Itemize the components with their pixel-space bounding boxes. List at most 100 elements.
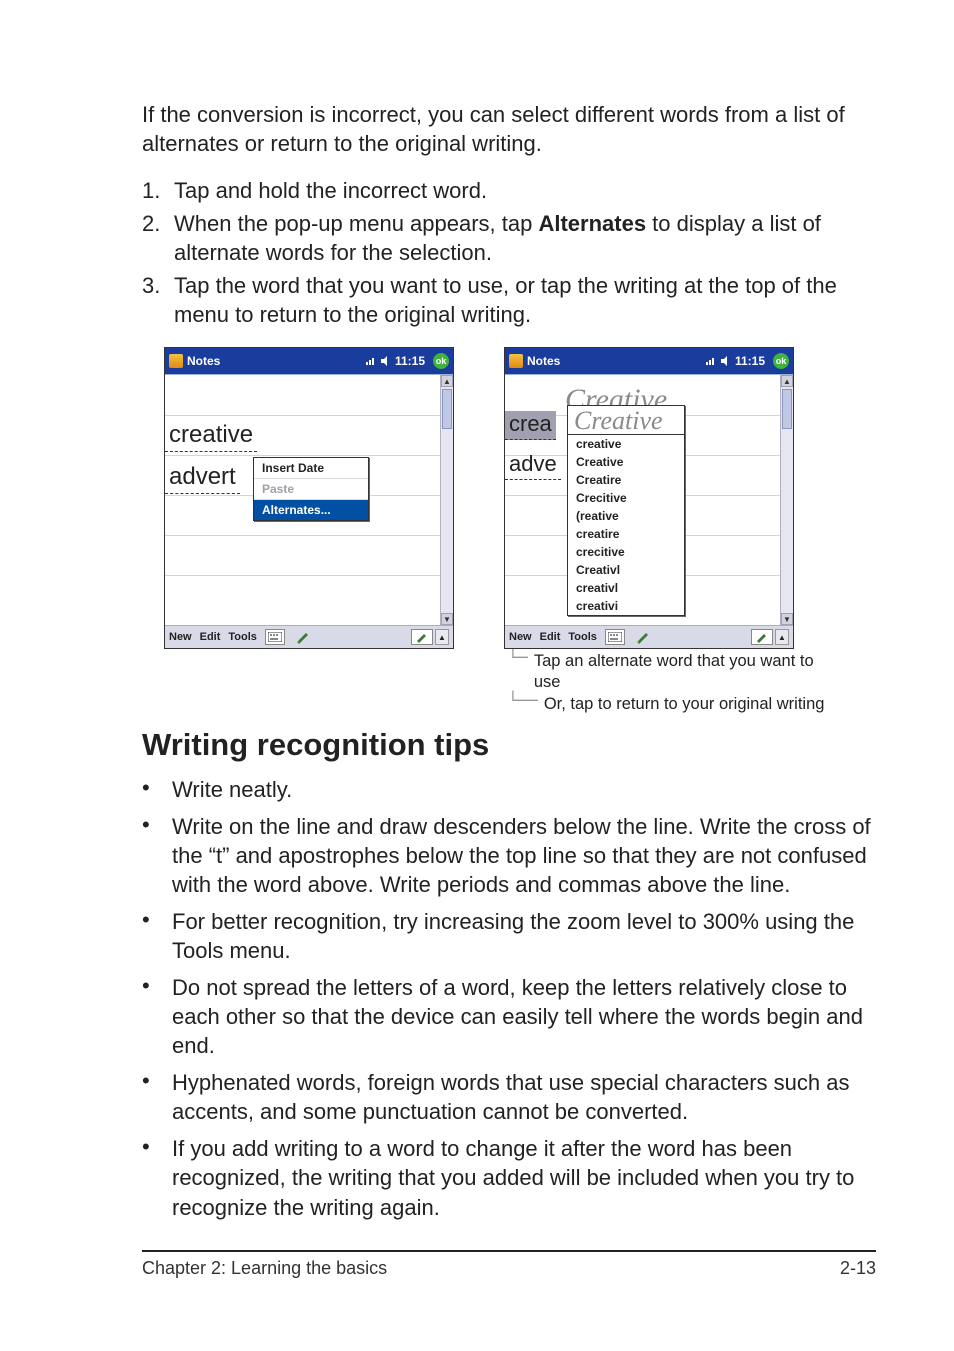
menu-alternates[interactable]: Alternates... (254, 500, 368, 520)
pen-icon[interactable] (293, 630, 313, 644)
cmd-new[interactable]: New (169, 631, 192, 643)
status-area: 11:15 (703, 354, 765, 368)
alt-item[interactable]: crecitive (568, 543, 684, 561)
callout-tap-original: Or, tap to return to your original writi… (544, 694, 825, 715)
tips-list: •Write neatly. •Write on the line and dr… (142, 775, 876, 1221)
tip-text: Write on the line and draw descenders be… (172, 812, 876, 899)
notes-app-icon (509, 354, 523, 368)
step-1-number: 1. (142, 176, 164, 205)
tip-text: Hyphenated words, foreign words that use… (172, 1068, 876, 1126)
step-1-text: Tap and hold the incorrect word. (174, 176, 876, 205)
keyboard-icon[interactable] (265, 629, 285, 645)
alt-item[interactable]: creative (568, 435, 684, 453)
tip-text: For better recognition, try increasing t… (172, 907, 876, 965)
speaker-icon (720, 355, 732, 367)
tip-item: •Write on the line and draw descenders b… (142, 812, 876, 899)
scrollbar[interactable]: ▲ ▼ (780, 375, 793, 625)
footer-page-number: 2-13 (840, 1258, 876, 1279)
step-3-number: 3. (142, 271, 164, 329)
scroll-up-icon[interactable]: ▲ (441, 375, 453, 387)
word-crea-selected[interactable]: crea (505, 411, 556, 440)
tip-text: Do not spread the letters of a word, kee… (172, 973, 876, 1060)
pen-button-icon[interactable] (751, 629, 773, 645)
notes-canvas[interactable]: creative advert Insert Date Paste Altern… (165, 374, 453, 625)
menu-paste[interactable]: Paste (254, 479, 368, 500)
pen-icon[interactable] (633, 630, 653, 644)
footer-chapter: Chapter 2: Learning the basics (142, 1258, 387, 1279)
step-2-pre: When the pop-up menu appears, tap (174, 211, 538, 236)
word-creative[interactable]: creative (165, 421, 257, 452)
ok-button[interactable]: ok (433, 353, 449, 369)
app-title: Notes (187, 354, 220, 368)
notes-app-icon (169, 354, 183, 368)
keyboard-icon[interactable] (605, 629, 625, 645)
clock-text: 11:15 (735, 354, 765, 368)
bullet-icon: • (142, 775, 156, 804)
callout-connector-icon: └─ (508, 649, 528, 667)
alt-item[interactable]: Crecitive (568, 489, 684, 507)
notes-canvas[interactable]: crea adve Creative Creative creative Cre… (505, 374, 793, 625)
sip-toggle-icon[interactable]: ▲ (775, 629, 789, 645)
cmd-new[interactable]: New (509, 631, 532, 643)
tip-text: Write neatly. (172, 775, 292, 804)
alternates-popup: Creative creative Creative Creatire Crec… (567, 405, 685, 616)
callout-tap-alternate: Tap an alternate word that you want to u… (534, 651, 834, 692)
alternates-original-writing[interactable]: Creative (568, 406, 684, 435)
alt-item[interactable]: (reative (568, 507, 684, 525)
command-bar: New Edit Tools ▲ (505, 625, 793, 648)
scroll-down-icon[interactable]: ▼ (441, 613, 453, 625)
section-heading: Writing recognition tips (142, 727, 876, 763)
alternates-label-bold: Alternates (538, 211, 646, 236)
scrollbar[interactable]: ▲ ▼ (440, 375, 453, 625)
speaker-icon (380, 355, 392, 367)
pen-button-icon[interactable] (411, 629, 433, 645)
step-1: 1. Tap and hold the incorrect word. (142, 176, 876, 205)
command-bar: New Edit Tools ▲ (165, 625, 453, 648)
alt-item[interactable]: creativl (568, 579, 684, 597)
scroll-thumb[interactable] (782, 389, 792, 429)
callouts: └─ Tap an alternate word that you want t… (508, 651, 834, 715)
ok-button[interactable]: ok (773, 353, 789, 369)
step-2: 2. When the pop-up menu appears, tap Alt… (142, 209, 876, 267)
alt-item[interactable]: creativi (568, 597, 684, 615)
intro-paragraph: If the conversion is incorrect, you can … (142, 100, 876, 158)
scroll-thumb[interactable] (442, 389, 452, 429)
bullet-icon: • (142, 1134, 156, 1221)
clock-text: 11:15 (395, 354, 425, 368)
word-adve[interactable]: adve (505, 451, 561, 480)
bullet-icon: • (142, 973, 156, 1060)
screenshot-alternates-list: Notes 11:15 ok (504, 347, 794, 649)
scroll-down-icon[interactable]: ▼ (781, 613, 793, 625)
bullet-icon: • (142, 1068, 156, 1126)
cmd-tools[interactable]: Tools (568, 631, 597, 643)
status-area: 11:15 (363, 354, 425, 368)
signal-icon (363, 354, 377, 368)
title-bar: Notes 11:15 ok (165, 348, 453, 374)
tip-item: •If you add writing to a word to change … (142, 1134, 876, 1221)
step-2-text: When the pop-up menu appears, tap Altern… (174, 209, 876, 267)
cmd-edit[interactable]: Edit (200, 631, 221, 643)
bullet-icon: • (142, 907, 156, 965)
screenshot-context-menu: Notes 11:15 ok creative advert (164, 347, 454, 649)
context-menu: Insert Date Paste Alternates... (253, 457, 369, 521)
alt-item[interactable]: Creative (568, 453, 684, 471)
page-footer: Chapter 2: Learning the basics 2-13 (142, 1250, 876, 1279)
menu-insert-date[interactable]: Insert Date (254, 458, 368, 479)
alt-item[interactable]: Creatire (568, 471, 684, 489)
tip-item: • Write neatly. (142, 775, 876, 804)
cmd-tools[interactable]: Tools (228, 631, 257, 643)
tip-item: • For better recognition, try increasing … (142, 907, 876, 965)
bullet-icon: • (142, 812, 156, 899)
tip-item: •Do not spread the letters of a word, ke… (142, 973, 876, 1060)
app-title: Notes (527, 354, 560, 368)
alt-item[interactable]: Creativl (568, 561, 684, 579)
steps-list: 1. Tap and hold the incorrect word. 2. W… (142, 176, 876, 329)
word-advert[interactable]: advert (165, 463, 240, 494)
signal-icon (703, 354, 717, 368)
alt-item[interactable]: creatire (568, 525, 684, 543)
scroll-up-icon[interactable]: ▲ (781, 375, 793, 387)
sip-toggle-icon[interactable]: ▲ (435, 629, 449, 645)
callout-connector-icon: └── (508, 692, 538, 710)
tip-text: If you add writing to a word to change i… (172, 1134, 876, 1221)
cmd-edit[interactable]: Edit (540, 631, 561, 643)
